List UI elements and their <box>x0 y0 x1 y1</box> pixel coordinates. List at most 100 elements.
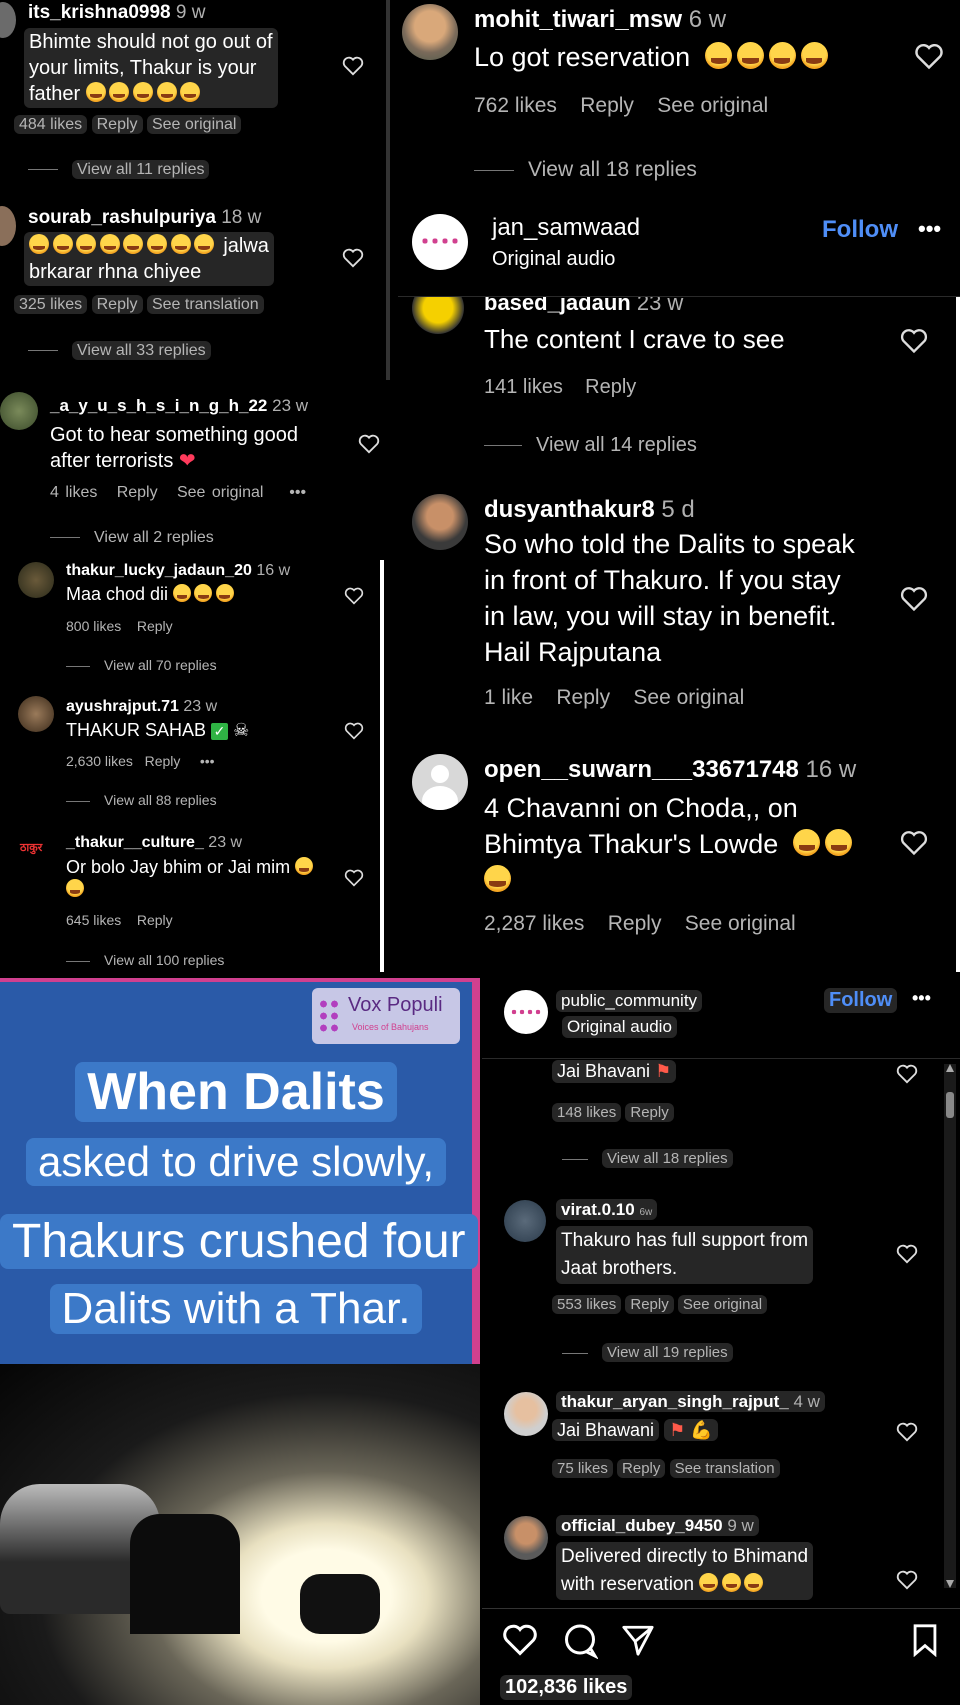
reply-button[interactable]: Reply <box>117 484 158 501</box>
see-original-link[interactable]: See original <box>685 912 796 935</box>
view-replies-link[interactable]: View all 2 replies <box>94 529 214 546</box>
avatar[interactable] <box>0 392 38 430</box>
avatar[interactable] <box>412 754 468 810</box>
like-heart-icon[interactable] <box>896 1244 918 1264</box>
avatar[interactable] <box>0 206 16 246</box>
comment-username[interactable]: virat.0.10 6w <box>556 1199 658 1220</box>
reply-button[interactable]: Reply <box>625 1295 674 1314</box>
like-heart-icon[interactable] <box>914 43 944 70</box>
reply-button[interactable]: Reply <box>91 295 143 314</box>
see-original-link[interactable]: See original <box>146 115 242 134</box>
like-heart-icon[interactable] <box>900 830 928 856</box>
see-translation-link[interactable]: See translation <box>146 295 264 314</box>
comment-username[interactable]: its_krishna0998 <box>28 2 171 23</box>
channel-logo[interactable] <box>412 214 468 270</box>
like-heart-icon[interactable] <box>896 1422 918 1442</box>
brand-name: Vox Populi <box>348 994 443 1016</box>
like-heart-icon[interactable] <box>358 434 380 454</box>
reply-button[interactable]: Reply <box>556 686 610 709</box>
scrollbar-thumb[interactable] <box>946 1092 954 1118</box>
reply-button[interactable]: Reply <box>137 912 173 928</box>
view-replies-link[interactable]: View all 14 replies <box>536 434 697 456</box>
comment-bubble-icon[interactable] <box>562 1623 598 1659</box>
comment-username[interactable]: official_dubey_9450 9 w <box>556 1515 759 1536</box>
like-heart-icon[interactable] <box>896 1570 918 1590</box>
comment-username[interactable]: mohit_tiwari_msw <box>474 6 682 33</box>
avatar[interactable] <box>18 562 54 598</box>
scrollbar[interactable] <box>944 1064 956 1588</box>
follow-button[interactable]: Follow <box>822 216 898 244</box>
avatar[interactable] <box>412 494 468 550</box>
share-send-icon[interactable] <box>620 1623 656 1657</box>
headline-line: Thakurs crushed four <box>0 1214 478 1269</box>
reply-button[interactable]: Reply <box>617 1459 666 1478</box>
like-heart-icon[interactable] <box>344 722 364 740</box>
comment-text: Got to hear something good after terrori… <box>50 424 298 472</box>
comment-username[interactable]: thakur_aryan_singh_rajput_ 4 w <box>556 1391 825 1412</box>
reply-button[interactable]: Reply <box>625 1103 674 1122</box>
view-replies-link[interactable]: View all 19 replies <box>602 1343 733 1362</box>
like-heart-icon[interactable] <box>900 586 928 612</box>
reply-button[interactable]: Reply <box>585 376 636 398</box>
like-heart-icon[interactable] <box>344 587 364 605</box>
reply-button[interactable]: Reply <box>145 753 181 769</box>
view-replies-link[interactable]: View all 33 replies <box>72 341 211 360</box>
avatar[interactable] <box>504 1392 548 1436</box>
like-heart-icon[interactable] <box>896 1064 918 1084</box>
account-name[interactable]: public_community <box>556 990 703 1012</box>
like-heart-icon[interactable] <box>344 869 364 887</box>
like-heart-icon[interactable] <box>900 328 928 354</box>
avatar[interactable] <box>504 1516 548 1560</box>
avatar[interactable] <box>504 1200 546 1242</box>
see-original-link[interactable]: See original <box>177 484 264 501</box>
comment-username[interactable]: _a_y_u_s_h_s_i_n_g_h_22 <box>50 396 267 415</box>
see-original-link[interactable]: See original <box>657 94 768 117</box>
see-translation-link[interactable]: See translation <box>669 1459 780 1478</box>
comment-username[interactable]: dusyanthakur8 <box>484 496 655 523</box>
likes-count: 484 likes <box>14 115 88 134</box>
reply-button[interactable]: Reply <box>91 115 143 134</box>
avatar[interactable] <box>0 2 16 38</box>
audio-label[interactable]: Original audio <box>562 1016 677 1038</box>
view-replies-link[interactable]: View all 88 replies <box>104 792 217 808</box>
comment-text: Bhimte should not go out of your limits,… <box>24 28 278 108</box>
view-replies-link[interactable]: View all 70 replies <box>104 657 217 673</box>
more-options-icon[interactable]: ••• <box>912 988 931 1009</box>
like-heart-icon[interactable] <box>502 1623 538 1657</box>
reply-button[interactable]: Reply <box>608 912 662 935</box>
like-heart-icon[interactable] <box>342 56 364 76</box>
more-options-icon[interactable]: ••• <box>289 484 306 501</box>
view-replies-link[interactable]: View all 11 replies <box>72 160 210 179</box>
comment-username[interactable]: ayushrajput.71 <box>66 698 179 715</box>
avatar[interactable]: ठाकुर <box>20 840 42 855</box>
comment-username[interactable]: sourab_rashulpuriya <box>28 207 216 228</box>
likes-count: 4 likes <box>50 484 98 501</box>
comment-time: 6 w <box>688 6 727 33</box>
like-heart-icon[interactable] <box>342 248 364 268</box>
bookmark-icon[interactable] <box>910 1623 940 1657</box>
channel-logo[interactable] <box>504 990 548 1034</box>
reply-button[interactable]: Reply <box>137 618 173 634</box>
view-replies-link[interactable]: View all 18 replies <box>602 1149 733 1168</box>
video-thumbnail[interactable]: Vox Populi Voices of Bahujans When Dalit… <box>0 978 480 1705</box>
avatar[interactable] <box>18 696 54 732</box>
scrollbar[interactable] <box>386 0 390 380</box>
account-name[interactable]: jan_samwaad <box>492 214 640 242</box>
comment-username[interactable]: open__suwarn___33671748 <box>484 756 799 783</box>
see-original-link[interactable]: See original <box>677 1295 768 1314</box>
comment-time: 4 w <box>793 1392 820 1411</box>
comment-text: Or bolo Jay bhim or Jai mim <box>66 856 316 900</box>
comment-username[interactable]: thakur_lucky_jadaun_20 <box>66 562 252 579</box>
more-options-icon[interactable]: ••• <box>200 753 215 769</box>
comment-username[interactable]: _thakur__culture_ <box>66 834 204 851</box>
reply-button[interactable]: Reply <box>580 94 634 117</box>
total-likes-count[interactable]: 102,836 likes <box>500 1675 633 1700</box>
more-options-icon[interactable]: ••• <box>918 216 941 242</box>
see-original-link[interactable]: See original <box>633 686 744 709</box>
audio-label[interactable]: Original audio <box>492 248 615 271</box>
view-replies-link[interactable]: View all 100 replies <box>104 952 224 968</box>
avatar[interactable] <box>402 4 458 60</box>
divider <box>956 204 960 972</box>
follow-button[interactable]: Follow <box>824 988 898 1013</box>
view-replies-link[interactable]: View all 18 replies <box>528 158 697 181</box>
